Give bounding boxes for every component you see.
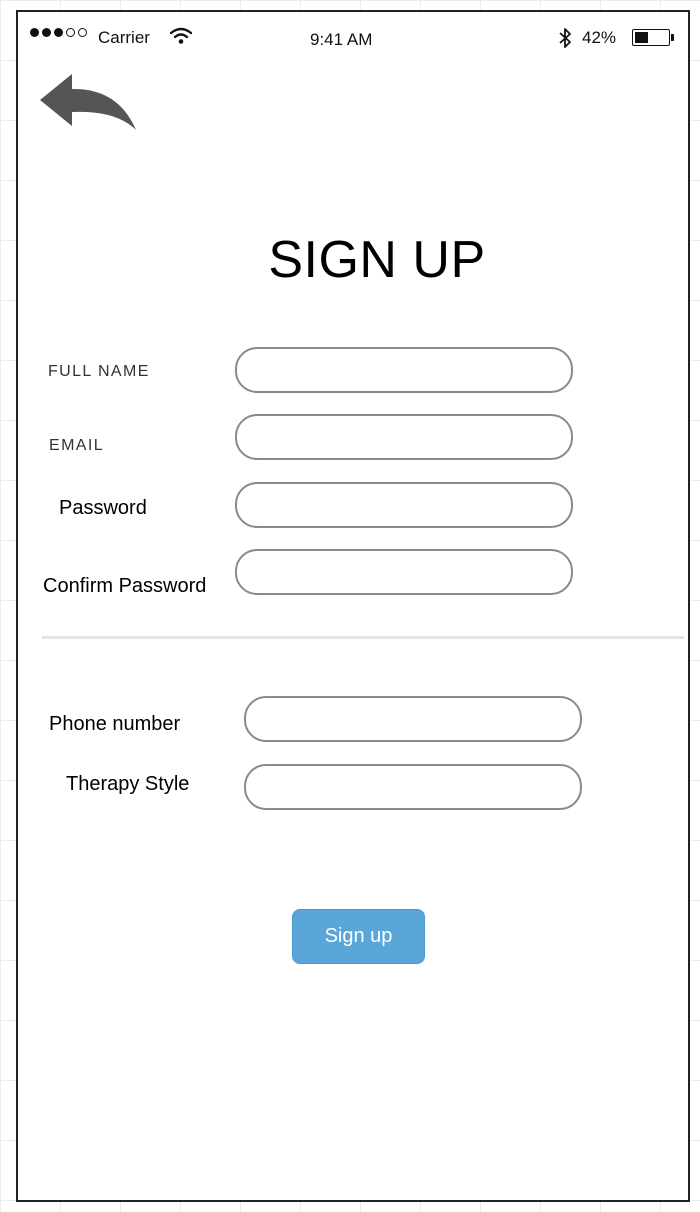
wifi-icon bbox=[170, 27, 192, 44]
email-input[interactable] bbox=[235, 414, 573, 460]
status-bar: Carrier 9:41 AM 42% bbox=[18, 12, 688, 62]
status-time: 9:41 AM bbox=[310, 30, 373, 49]
password-label: Password bbox=[59, 497, 147, 519]
phone-number-label: Phone number bbox=[49, 713, 181, 735]
phone-number-input[interactable] bbox=[244, 696, 582, 742]
full-name-input[interactable] bbox=[235, 347, 573, 393]
battery-icon bbox=[632, 29, 670, 46]
battery-level-fill bbox=[635, 32, 648, 43]
page-title: SIGN UP bbox=[268, 231, 486, 289]
therapy-style-label: Therapy Style bbox=[66, 773, 190, 795]
confirm-password-input[interactable] bbox=[235, 549, 573, 595]
signal-strength-icon bbox=[30, 28, 87, 37]
password-input[interactable] bbox=[235, 482, 573, 528]
back-arrow-icon[interactable] bbox=[38, 74, 138, 134]
full-name-label: FULL NAME bbox=[48, 363, 150, 380]
phone-frame: Carrier 9:41 AM 42% SIGN UP FULL NAME EM… bbox=[16, 10, 690, 1202]
therapy-style-input[interactable] bbox=[244, 764, 582, 810]
battery-tip bbox=[671, 34, 674, 41]
battery-percent: 42% bbox=[582, 28, 617, 47]
sign-up-button[interactable]: Sign up bbox=[292, 909, 425, 964]
section-divider bbox=[42, 636, 684, 639]
carrier-name: Carrier bbox=[98, 28, 150, 47]
email-label: EMAIL bbox=[49, 437, 105, 454]
confirm-password-label: Confirm Password bbox=[43, 575, 207, 597]
bluetooth-icon bbox=[559, 28, 571, 48]
